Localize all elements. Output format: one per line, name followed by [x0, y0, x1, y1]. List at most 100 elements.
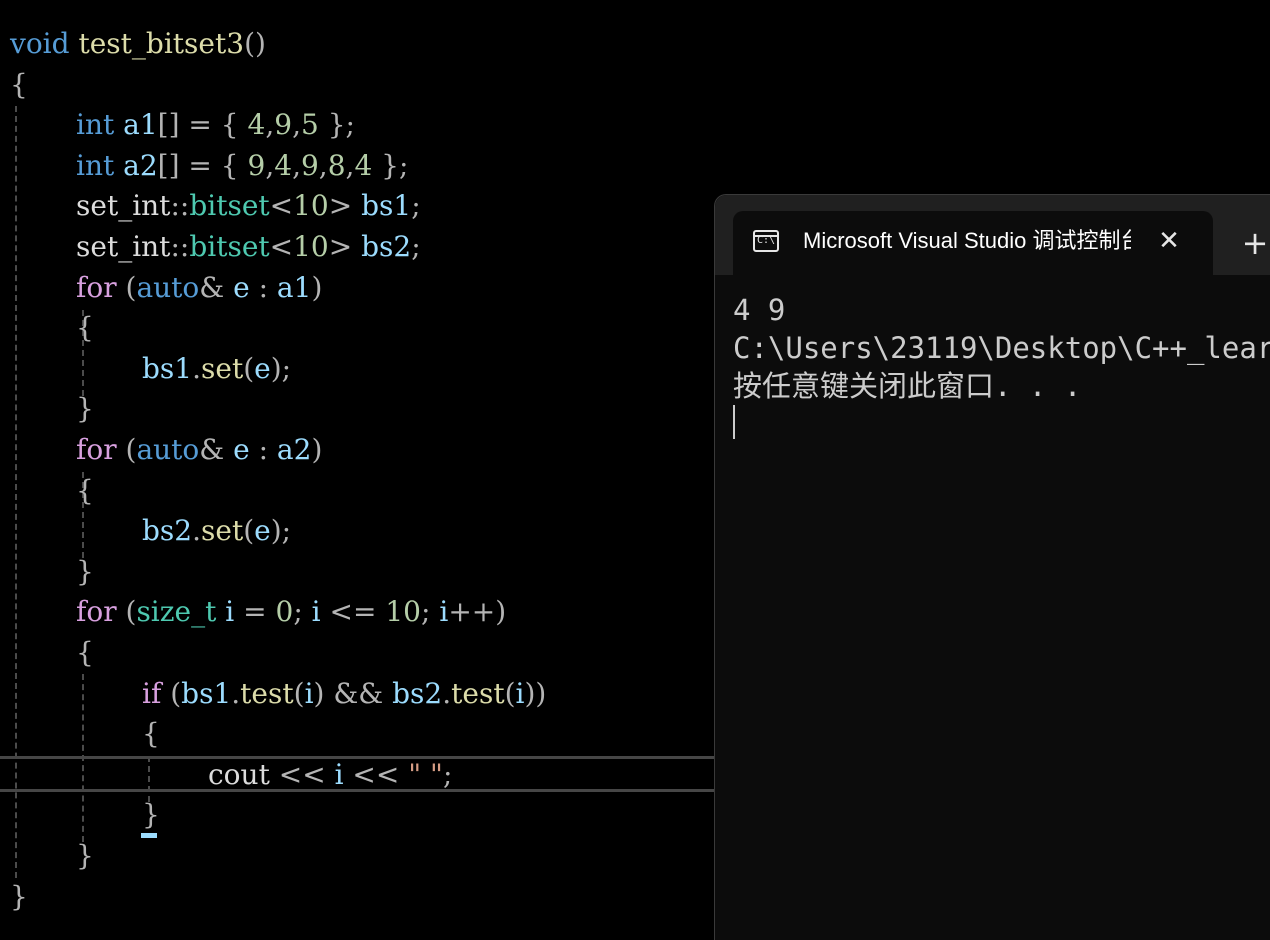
- code-token: e: [254, 351, 271, 385]
- code-token: test: [451, 676, 505, 710]
- code-token: set: [201, 514, 244, 548]
- code-token: (: [116, 270, 137, 304]
- code-token: >: [328, 189, 353, 223]
- code-line-text: {: [10, 65, 28, 106]
- code-token: (: [243, 351, 255, 385]
- code-token: <<: [343, 757, 409, 791]
- code-token: ;: [411, 189, 421, 223]
- code-token: :: [249, 270, 277, 304]
- code-token: (: [116, 595, 137, 629]
- code-token: [] = {: [157, 108, 248, 142]
- code-line-text: {: [76, 633, 94, 674]
- code-token: =: [234, 595, 276, 629]
- code-token: for: [76, 595, 117, 629]
- code-line: if (bs1.test(i) && bs2.test(i)): [0, 674, 716, 715]
- code-token: ,: [292, 108, 301, 142]
- code-line: void test_bitset3(): [0, 24, 716, 65]
- code-token: ,: [292, 148, 301, 182]
- code-token: (: [504, 676, 516, 710]
- code-line-text: }: [10, 877, 28, 918]
- code-token: 4: [274, 148, 293, 182]
- terminal-output-line: 按任意键关闭此窗口. . .: [733, 369, 1082, 403]
- code-token: set_int: [76, 189, 171, 223]
- code-token: :: [249, 433, 277, 466]
- code-line-text: for (size_t i = 0; i <= 10; i++): [76, 592, 506, 633]
- code-token: }: [142, 798, 160, 832]
- code-line: int a1[] = { 4,9,5 };: [0, 105, 716, 146]
- code-line-text: set_int::bitset<10> bs2;: [76, 227, 421, 268]
- screen: void test_bitset3(){int a1[] = { 4,9,5 }…: [0, 0, 1270, 940]
- code-line-text: cout << i << " ";: [208, 755, 452, 796]
- code-token: " ": [408, 757, 443, 791]
- code-line: }: [0, 877, 716, 918]
- code-token: a2: [276, 433, 312, 466]
- code-token: 4: [247, 108, 266, 142]
- code-token: <=: [320, 595, 386, 629]
- code-token: );: [270, 351, 292, 385]
- code-token: auto: [136, 433, 200, 466]
- code-token: ::: [170, 230, 190, 263]
- code-token: e: [233, 433, 250, 466]
- code-token: i: [439, 595, 449, 629]
- code-token: (: [243, 514, 255, 548]
- code-line-text: bs2.set(e);: [142, 511, 291, 552]
- code-token: ;: [411, 230, 421, 263]
- code-line-text: void test_bitset3(): [10, 24, 266, 65]
- code-token: bs1: [361, 189, 412, 223]
- code-token: bitset: [189, 230, 270, 263]
- code-token: ++): [448, 595, 507, 629]
- code-token: &: [199, 270, 234, 304]
- code-token: 5: [300, 108, 319, 142]
- code-token: e: [233, 270, 250, 304]
- code-token: a1: [123, 108, 158, 142]
- code-token: }: [76, 839, 94, 872]
- code-token: [] = {: [157, 148, 248, 182]
- code-line: }: [0, 836, 716, 877]
- terminal-output[interactable]: 4 9 C:\Users\23119\Desktop\C++_learn 按任意…: [733, 291, 1270, 931]
- code-token: ,: [265, 108, 275, 142]
- code-token: if: [142, 676, 162, 710]
- code-line-text: }: [76, 836, 94, 877]
- code-line: for (auto& e : a2): [0, 430, 716, 471]
- code-token: (: [161, 676, 182, 710]
- code-line: bs1.set(e);: [0, 349, 716, 390]
- code-token: {: [76, 311, 94, 345]
- code-token: .: [231, 676, 241, 710]
- terminal-tab[interactable]: C:\ Microsoft Visual Studio 调试控制台 ✕: [733, 211, 1213, 275]
- code-token: auto: [136, 270, 200, 304]
- terminal-tab-title: Microsoft Visual Studio 调试控制台: [803, 228, 1131, 253]
- code-token: <: [269, 189, 294, 223]
- code-line: {: [0, 714, 716, 755]
- code-token: &: [199, 433, 234, 466]
- code-token: >: [328, 230, 353, 263]
- code-line-text: for (auto& e : a2): [76, 430, 322, 471]
- code-token: int: [76, 148, 115, 182]
- code-token: ,: [265, 148, 275, 182]
- code-token: (: [293, 676, 305, 710]
- code-line: bs2.set(e);: [0, 511, 716, 552]
- text-caret: [141, 833, 157, 838]
- code-token: .: [192, 351, 202, 385]
- code-token: int: [76, 108, 115, 142]
- code-token: ,: [318, 148, 328, 182]
- code-line: }: [0, 552, 716, 593]
- debug-console-window[interactable]: C:\ Microsoft Visual Studio 调试控制台 ✕ + 4 …: [714, 194, 1270, 940]
- code-token: ;: [293, 595, 312, 629]
- code-token: ): [311, 433, 323, 466]
- code-token: bs2: [361, 230, 412, 263]
- code-line: }: [0, 389, 716, 430]
- code-token: bs2: [392, 676, 443, 710]
- code-line: set_int::bitset<10> bs1;: [0, 186, 716, 227]
- code-token: (: [116, 433, 137, 466]
- code-token: <: [269, 230, 294, 263]
- close-tab-icon[interactable]: ✕: [1153, 225, 1185, 257]
- code-token: 10: [293, 189, 329, 223]
- new-tab-icon[interactable]: +: [1237, 225, 1270, 261]
- code-token: test: [240, 676, 294, 710]
- code-token: for: [76, 270, 117, 304]
- code-token: ;: [421, 595, 440, 629]
- code-line: }: [0, 795, 716, 836]
- code-token: {: [142, 717, 160, 751]
- code-token: {: [76, 473, 94, 507]
